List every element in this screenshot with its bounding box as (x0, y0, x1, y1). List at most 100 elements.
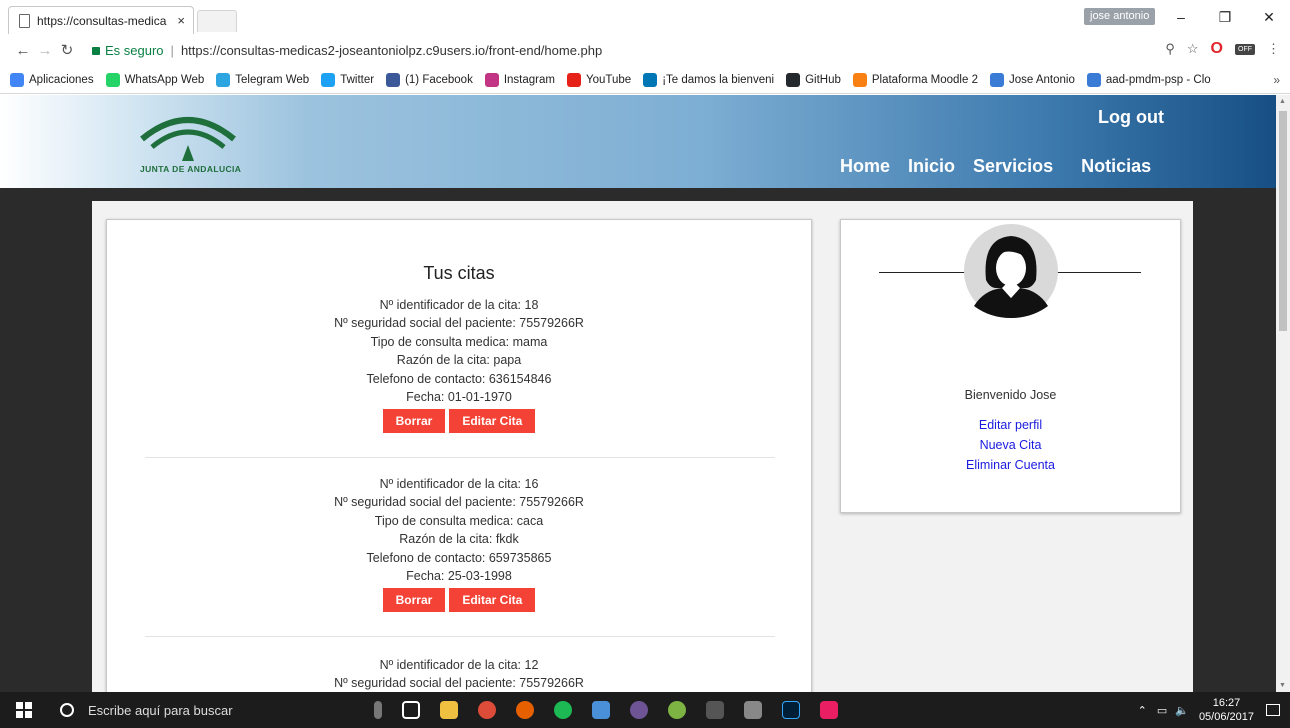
appointment-id: Nº identificador de la cita: 12 (379, 658, 539, 672)
bookmark-item[interactable]: YouTube (566, 72, 631, 87)
webstorm-icon[interactable] (820, 701, 838, 719)
edit-profile-link[interactable]: Editar perfil (841, 415, 1180, 435)
taskbar-clock[interactable]: 16:27 05/06/2017 (1199, 696, 1254, 724)
url-text[interactable]: https://consultas-medicas2-joseantoniolp… (181, 43, 602, 58)
edit-appointment-button[interactable]: Editar Cita (449, 409, 536, 434)
visual-studio-icon[interactable] (706, 701, 724, 719)
appointment-type: Tipo de consulta medica: caca (374, 513, 544, 528)
bookmark-item[interactable]: WhatsApp Web (105, 72, 204, 87)
logout-link[interactable]: Log out (1098, 107, 1164, 128)
task-view-icon[interactable] (402, 701, 420, 719)
lock-icon (92, 47, 100, 55)
clock-time: 16:27 (1212, 697, 1241, 709)
nav-servicios[interactable]: Servicios (973, 156, 1053, 177)
key-icon[interactable]: ⚲ (1165, 41, 1175, 57)
browser-tabstrip: https://consultas-medica × jose antonio … (0, 0, 1290, 34)
bookmark-item[interactable]: aad-pmdm-psp - Clo (1086, 72, 1211, 87)
appointment-reason: Razón de la cita: fkdk (399, 532, 519, 547)
bookmark-item[interactable]: (1) Facebook (386, 72, 473, 87)
bookmarks-overflow-icon[interactable]: » (1273, 73, 1280, 87)
bookmark-item[interactable]: GitHub (786, 72, 841, 87)
unity-icon[interactable] (744, 701, 762, 719)
profile-links: Editar perfil Nueva Cita Eliminar Cuenta (841, 415, 1180, 475)
opera-icon[interactable]: O (1211, 40, 1223, 58)
nav-home[interactable]: Home (840, 156, 890, 177)
content-panel: Tus citas Nº identificador de la cita: 1… (92, 201, 1193, 692)
battery-icon[interactable]: ▭ (1157, 704, 1167, 717)
action-center-icon[interactable] (1266, 704, 1280, 716)
bookmarks-bar: Aplicaciones WhatsApp Web Telegram Web Twit… (0, 66, 1290, 94)
bookmark-favicon-icon (321, 72, 336, 87)
windows-logo-icon (16, 702, 32, 718)
photoshop-icon[interactable] (782, 701, 800, 719)
clock-date: 05/06/2017 (1198, 711, 1254, 723)
menu-kebab-icon[interactable]: ⋮ (1267, 41, 1280, 57)
file-explorer-icon[interactable] (440, 701, 458, 719)
bookmark-label: aad-pmdm-psp - Clo (1105, 73, 1211, 86)
browser-tab[interactable]: https://consultas-medica × (8, 6, 194, 34)
bookmark-favicon-icon (566, 72, 581, 87)
bookmark-favicon-icon (786, 72, 801, 87)
omnibox[interactable]: Es seguro | https://consultas-medicas2-j… (92, 38, 1196, 62)
reload-icon[interactable]: ↻ (56, 41, 78, 59)
start-button[interactable] (0, 692, 48, 728)
page-icon (19, 14, 30, 28)
restore-icon[interactable]: ❐ (1210, 6, 1240, 28)
bookmark-label: GitHub (805, 73, 841, 86)
bookmark-item[interactable]: Plataforma Moodle 2 (852, 72, 978, 87)
edit-appointment-button[interactable]: Editar Cita (449, 588, 536, 613)
profile-badge[interactable]: jose antonio (1084, 8, 1156, 25)
firefox-icon[interactable] (516, 701, 534, 719)
appointment-id: Nº identificador de la cita: 16 (379, 477, 539, 491)
forward-icon[interactable]: → (34, 42, 56, 59)
github-desktop-icon[interactable] (630, 701, 648, 719)
bookmark-label: ¡Te damos la bienveni (662, 73, 775, 86)
scroll-thumb[interactable] (1279, 111, 1287, 331)
spotify-icon[interactable] (554, 701, 572, 719)
chrome-icon[interactable] (478, 701, 496, 719)
delete-account-link[interactable]: Eliminar Cuenta (841, 455, 1180, 475)
extension-off-icon[interactable]: OFF (1235, 43, 1255, 55)
nav-noticias[interactable]: Noticias (1081, 156, 1151, 177)
bookmark-favicon-icon (989, 72, 1004, 87)
close-window-icon[interactable]: ✕ (1254, 6, 1284, 28)
bookmark-item[interactable]: Twitter (321, 72, 375, 87)
omnibox-separator: | (170, 42, 174, 58)
scroll-down-icon[interactable]: ▼ (1279, 682, 1286, 689)
new-appointment-link[interactable]: Nueva Cita (841, 435, 1180, 455)
address-bar: ← → ↻ Es seguro | https://consultas-medi… (0, 34, 1290, 66)
bookmark-star-icon[interactable]: ☆ (1187, 41, 1199, 57)
delete-button[interactable]: Borrar (382, 588, 446, 613)
volume-icon[interactable]: 🔈 (1175, 704, 1189, 717)
bookmark-label: Instagram (503, 73, 555, 86)
taskbar-apps (374, 692, 838, 728)
bookmark-item[interactable]: Aplicaciones (10, 72, 94, 87)
scroll-up-icon[interactable]: ▲ (1279, 98, 1286, 105)
bookmark-item[interactable]: Instagram (484, 72, 555, 87)
appointment-ssn: Nº seguridad social del paciente: 755792… (334, 495, 584, 510)
bookmark-label: Twitter (340, 73, 375, 86)
android-studio-icon[interactable] (668, 701, 686, 719)
delete-button[interactable]: Borrar (382, 409, 446, 434)
bookmark-label: Aplicaciones (29, 73, 94, 86)
tab-close-icon[interactable]: × (177, 13, 185, 28)
page-scrollbar[interactable]: ▲ ▼ (1276, 95, 1290, 692)
bookmark-item[interactable]: Jose Antonio (989, 72, 1075, 87)
taskbar-search-placeholder: Escribe aquí para buscar (88, 702, 233, 718)
tray-expand-icon[interactable]: ⌃ (1138, 704, 1147, 717)
new-tab-button[interactable] (197, 10, 237, 32)
nav-inicio[interactable]: Inicio (908, 156, 955, 177)
appointment-type: Tipo de consulta medica: mama (370, 334, 548, 349)
appointment-item: Nº identificador de la cita: 18 Nº segur… (107, 296, 811, 434)
virtualbox-icon[interactable] (592, 701, 610, 719)
bookmark-favicon-icon (386, 72, 401, 87)
back-icon[interactable]: ← (12, 42, 34, 59)
bookmark-item[interactable]: ¡Te damos la bienveni (643, 72, 775, 87)
appointments-card: Tus citas Nº identificador de la cita: 1… (106, 219, 812, 692)
minimize-icon[interactable]: – (1166, 6, 1196, 28)
microphone-icon[interactable] (374, 701, 382, 719)
bookmark-item[interactable]: Telegram Web (216, 72, 309, 87)
appointment-ssn: Nº seguridad social del paciente: 755792… (334, 676, 584, 691)
taskbar-search[interactable]: Escribe aquí para buscar (48, 703, 348, 718)
welcome-message: Bienvenido Jose (964, 388, 1057, 402)
